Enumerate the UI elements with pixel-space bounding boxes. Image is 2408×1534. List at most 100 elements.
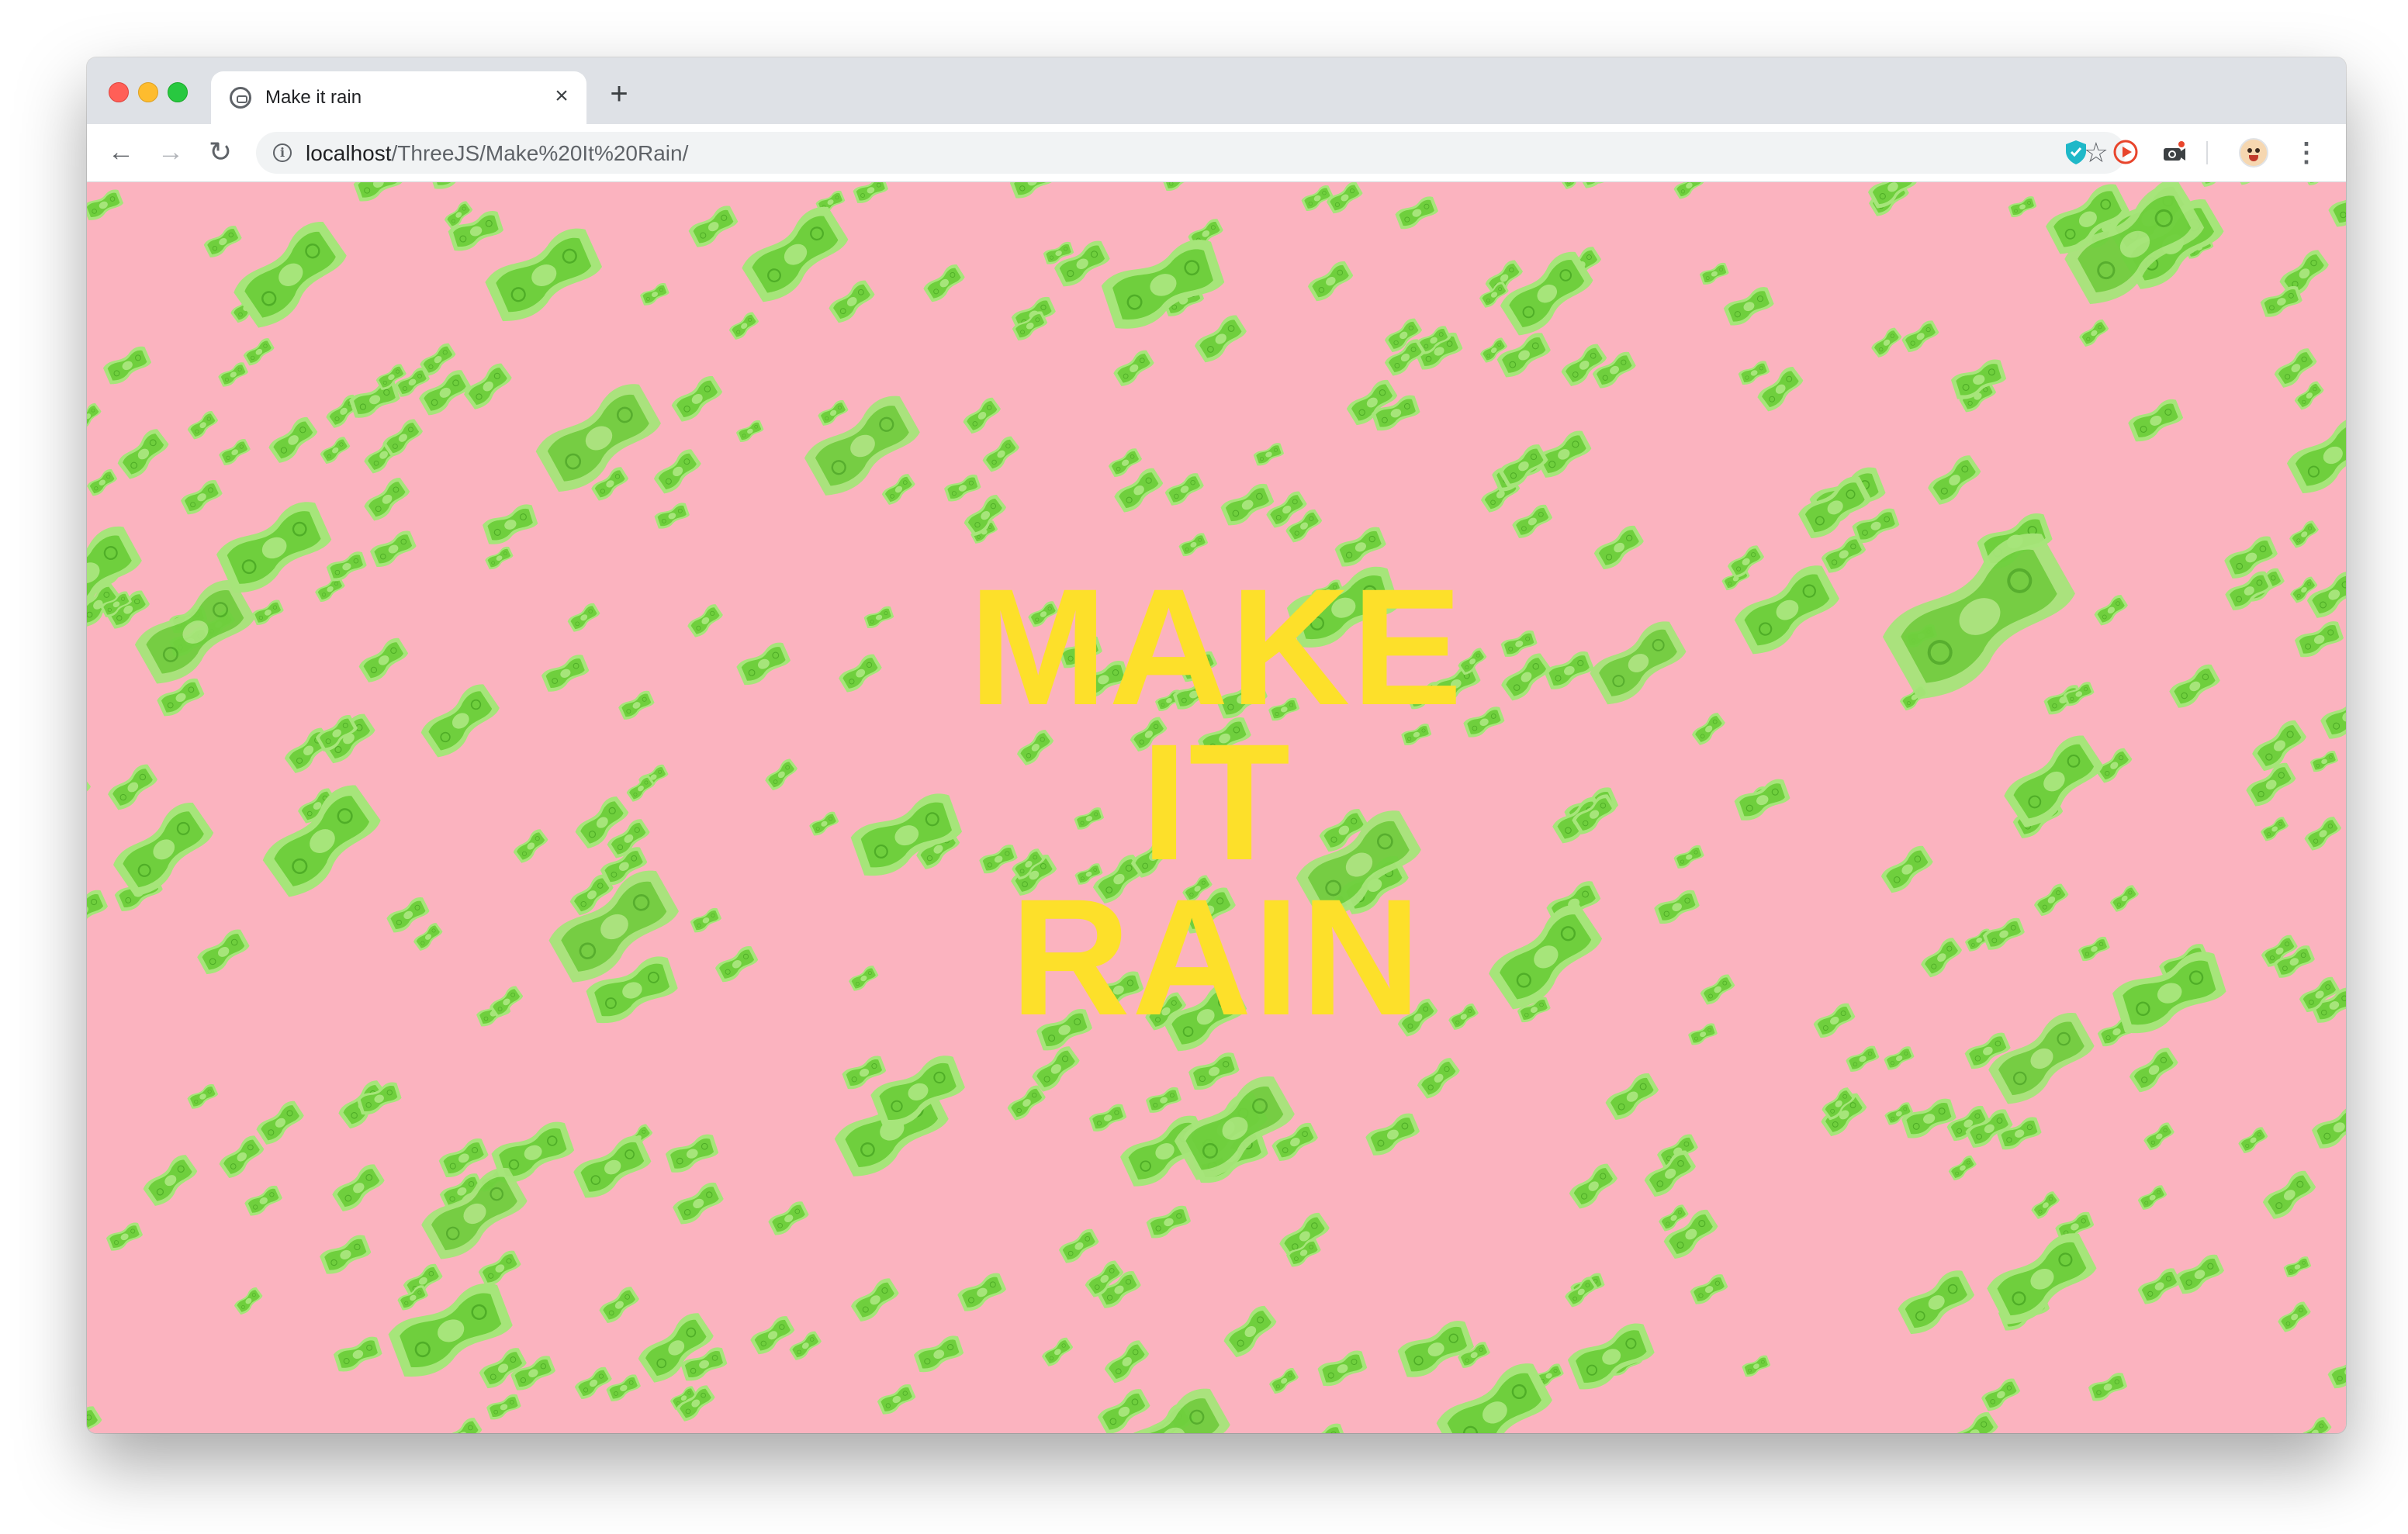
dollar-bill xyxy=(839,654,882,693)
avatar-mouth xyxy=(2249,155,2258,161)
tab-strip: Make it rain × + xyxy=(87,57,2346,124)
dollar-bill xyxy=(541,655,590,692)
dollar-bill xyxy=(2033,883,2069,917)
close-window-button[interactable] xyxy=(109,82,129,102)
dollar-bill xyxy=(1028,601,1059,627)
dollar-bill xyxy=(2031,1191,2060,1219)
globe-icon xyxy=(230,87,251,109)
dollar-bill xyxy=(87,775,91,814)
dollar-bill xyxy=(1512,504,1553,538)
browser-toolbar: ← → ↻ i localhost/ThreeJS/Make%20It%20Ra… xyxy=(87,124,2346,182)
dollar-bill xyxy=(2294,621,2344,658)
dollar-bill xyxy=(1436,1363,1552,1433)
dollar-bill xyxy=(1301,185,1334,212)
url-text[interactable]: localhost/ThreeJS/Make%20It%20Rain/ xyxy=(306,141,688,166)
dollar-bill xyxy=(1269,1367,1299,1394)
dollar-bill xyxy=(251,599,284,625)
dollar-bill xyxy=(2174,1254,2224,1294)
shield-extension-icon[interactable] xyxy=(2062,138,2090,166)
dollar-bill xyxy=(1734,779,1790,821)
dollar-bill xyxy=(513,829,548,863)
dollar-bill xyxy=(1299,1423,1347,1433)
dollar-bill xyxy=(2088,1373,2128,1401)
minimize-window-button[interactable] xyxy=(138,82,158,102)
dollar-bill xyxy=(850,1278,899,1322)
dollar-bill xyxy=(113,802,214,897)
dollar-bill xyxy=(1268,697,1300,721)
dollar-bill xyxy=(1988,1013,2095,1104)
dollar-bill xyxy=(688,206,739,247)
dollar-bill xyxy=(535,384,661,492)
dollar-bill xyxy=(428,182,482,189)
dollar-bill xyxy=(1174,1076,1295,1180)
forward-button[interactable]: → xyxy=(155,136,186,168)
dollar-bill xyxy=(1673,182,1704,199)
back-button[interactable]: ← xyxy=(106,136,137,168)
dollar-bill xyxy=(2286,416,2346,494)
dollar-bill xyxy=(1500,630,1538,657)
reload-button[interactable]: ↻ xyxy=(205,136,236,168)
dollar-bill xyxy=(1846,1045,1880,1072)
money-rain-canvas xyxy=(87,182,2346,1433)
dollar-bill xyxy=(1317,1350,1368,1387)
dollar-bill xyxy=(809,811,839,836)
dollar-bill xyxy=(1605,1073,1659,1121)
dollar-bill xyxy=(1197,717,1251,759)
dollar-bill xyxy=(386,897,430,933)
dollar-bill xyxy=(944,474,981,502)
dollar-bill xyxy=(567,603,600,632)
dollar-bill xyxy=(1077,661,1130,698)
dollar-bill xyxy=(1673,845,1704,869)
url-path: /ThreeJS/Make%20It%20Rain/ xyxy=(391,141,689,165)
dollar-bill xyxy=(1058,636,1102,669)
dollar-bill xyxy=(789,1331,822,1360)
dollar-bill xyxy=(1742,1355,1771,1377)
address-bar[interactable]: i localhost/ThreeJS/Make%20It%20Rain/ ☆ xyxy=(256,132,2126,174)
dollar-bill xyxy=(1172,679,1215,710)
dollar-bill xyxy=(2078,936,2110,962)
camera-extension-icon[interactable] xyxy=(2160,138,2188,166)
dollar-bill xyxy=(1880,845,1933,893)
profile-avatar[interactable] xyxy=(2239,138,2268,168)
dollar-bill xyxy=(1164,982,1247,1052)
tab-make-it-rain[interactable]: Make it rain × xyxy=(211,71,586,124)
dollar-bill xyxy=(203,226,242,257)
dollar-bill xyxy=(320,437,351,465)
maximize-window-button[interactable] xyxy=(168,82,188,102)
dollar-bill xyxy=(87,890,109,931)
dollar-bill xyxy=(438,1138,489,1178)
dollar-bill xyxy=(1401,724,1432,745)
info-icon[interactable]: i xyxy=(273,143,292,162)
dollar-bill xyxy=(1948,1156,1977,1181)
dollar-bill xyxy=(244,1185,282,1216)
dollar-bill xyxy=(863,606,894,628)
tab-close-button[interactable]: × xyxy=(549,84,574,109)
dollar-bill xyxy=(234,1287,263,1315)
new-tab-button[interactable]: + xyxy=(604,78,635,110)
dollar-bill xyxy=(2306,571,2346,618)
dollar-bill xyxy=(333,1336,382,1372)
dollar-bill xyxy=(442,1418,483,1433)
dollar-bill xyxy=(87,1406,102,1433)
dollar-bill xyxy=(1395,196,1438,230)
dollar-bill xyxy=(1188,1052,1240,1090)
dollar-bill xyxy=(1016,729,1054,765)
dollar-bill xyxy=(665,1134,719,1173)
tab-title: Make it rain xyxy=(265,87,362,108)
dollar-bill xyxy=(218,362,248,387)
dollar-bill xyxy=(1036,1008,1092,1051)
dollar-bill xyxy=(326,551,367,582)
dollar-bill xyxy=(690,907,722,933)
dollar-bill xyxy=(735,420,764,442)
dollar-bill xyxy=(483,504,538,544)
dollar-bill xyxy=(1220,483,1275,526)
dollar-bill xyxy=(1813,1003,1856,1038)
play-extension-icon[interactable] xyxy=(2112,138,2140,166)
dollar-bill xyxy=(2278,1301,2311,1332)
dollar-bill xyxy=(197,929,250,975)
dollar-bill xyxy=(256,1100,304,1145)
dollar-bill xyxy=(2137,1185,2168,1210)
browser-menu-button[interactable]: ⋮ xyxy=(2293,135,2320,171)
dollar-bill xyxy=(102,346,152,385)
dollar-bill xyxy=(849,966,879,991)
